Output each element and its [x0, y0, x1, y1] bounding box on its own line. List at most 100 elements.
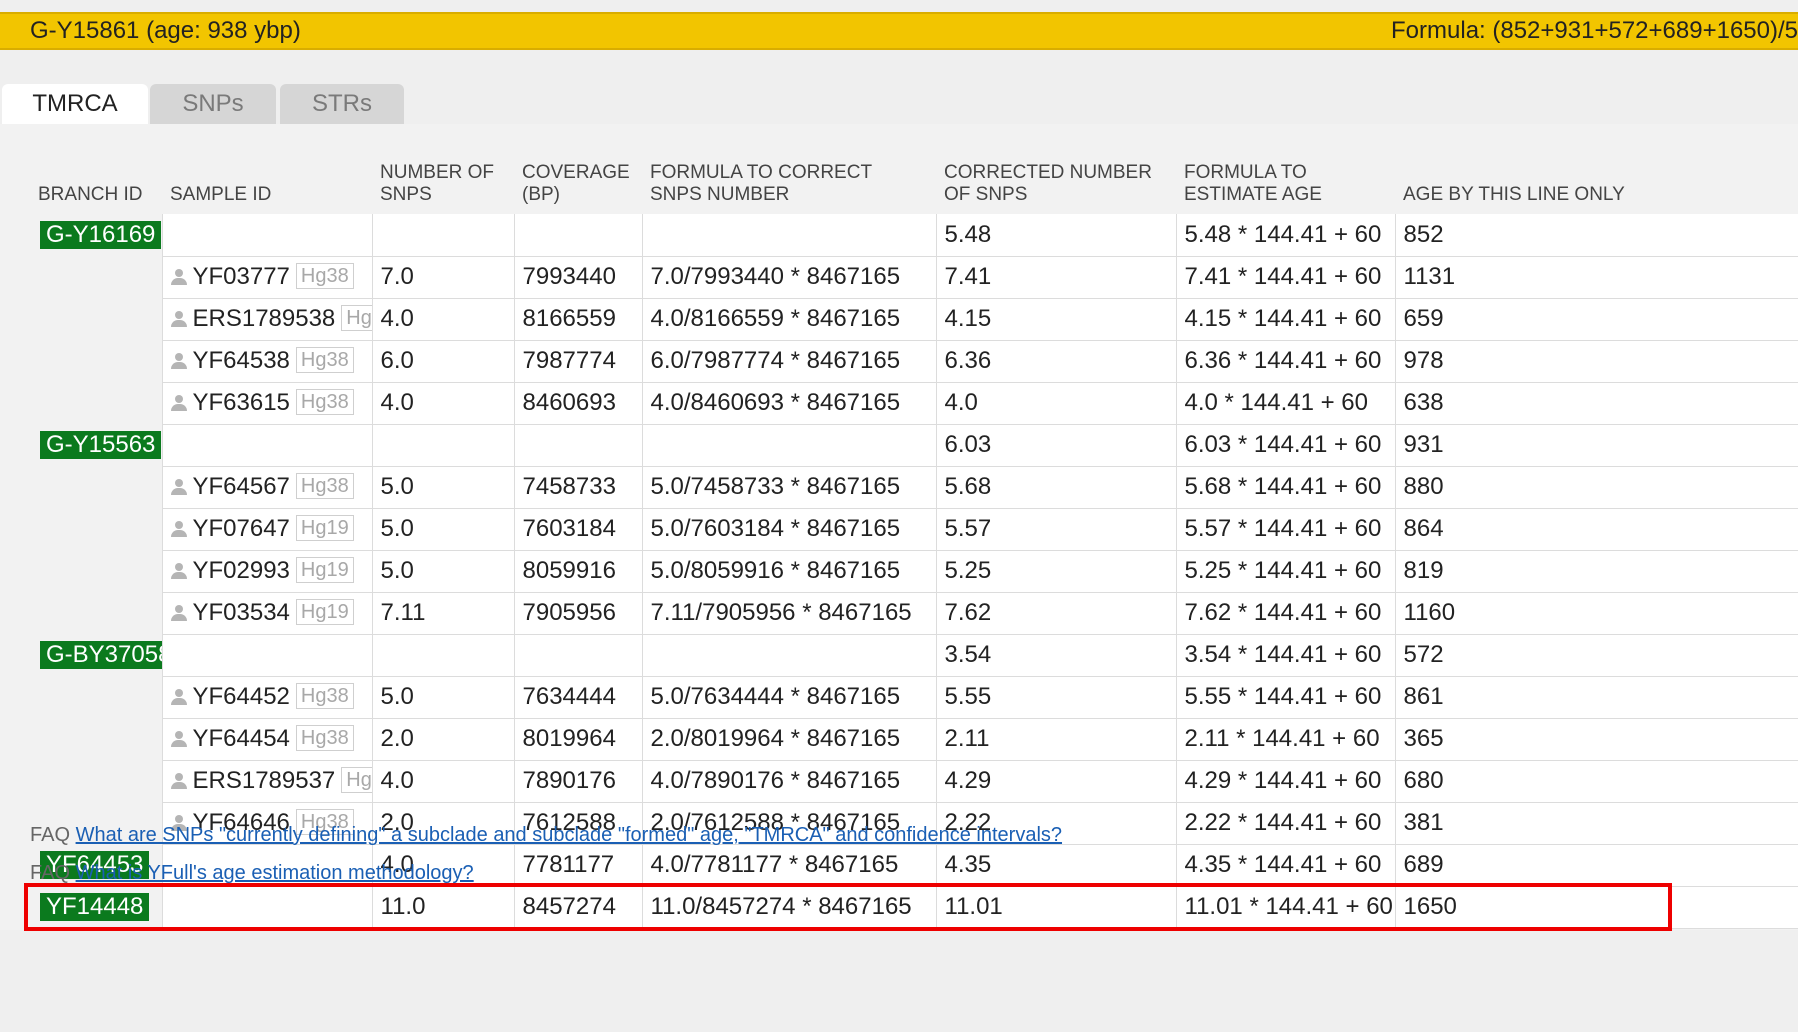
reference-badge: Hg38 [295, 725, 354, 751]
sample-id[interactable]: YF03534 [193, 599, 290, 626]
age-cell: 572 [1394, 634, 1798, 677]
age-cell: 680 [1394, 760, 1798, 803]
correction-formula-cell: 4.0/8166559 * 8467165 [641, 298, 936, 341]
person-icon [170, 353, 187, 369]
coverage-cell: 7987774 [513, 340, 642, 383]
reference-badge: Hg19 [295, 599, 354, 625]
tab-snps[interactable]: SNPs [150, 84, 276, 124]
sample-id[interactable]: YF64454 [193, 725, 290, 752]
branch-cell [30, 592, 162, 634]
age-formula-cell: 6.36 * 144.41 + 60 [1175, 340, 1395, 383]
branch-cell [30, 550, 162, 592]
corrected-snps-cell: 4.0 [935, 382, 1176, 425]
person-icon [170, 605, 187, 621]
person-icon [170, 521, 187, 537]
age-formula: Formula: (852+931+572+689+1650)/5 [1391, 17, 1798, 44]
age-formula-cell: 6.03 * 144.41 + 60 [1175, 424, 1395, 467]
age-cell: 852 [1394, 214, 1798, 257]
coverage-cell: 7890176 [513, 760, 642, 803]
sample-id[interactable]: YF64538 [193, 347, 290, 374]
tmrca-panel: BRANCH ID SAMPLE ID NUMBER OF SNPS COVER… [0, 124, 1798, 930]
sample-id[interactable]: YF02993 [193, 557, 290, 584]
sample-cell: YF64538 Hg38 [161, 340, 372, 383]
sample-id[interactable]: YF63615 [193, 389, 290, 416]
corrected-snps-cell: 5.25 [935, 550, 1176, 593]
sample-id[interactable]: YF07647 [193, 515, 290, 542]
corrected-snps-cell: 4.29 [935, 760, 1176, 803]
sample-cell: YF63615 Hg38 [161, 382, 372, 425]
corrected-snps-cell: 5.57 [935, 508, 1176, 551]
faq-link-age-methodology[interactable]: What is YFull's age estimation methodolo… [76, 862, 474, 884]
corrected-snps-cell: 11.01 [935, 886, 1176, 929]
correction-formula-cell: 11.0/8457274 * 8467165 [641, 886, 936, 929]
branch-cell [30, 298, 162, 340]
coverage-cell: 7781177 [513, 844, 642, 887]
branch-cell [30, 340, 162, 382]
correction-formula-cell: 5.0/7603184 * 8467165 [641, 508, 936, 551]
sample-id[interactable]: ERS1789538 [193, 305, 336, 332]
tab-tmrca[interactable]: TMRCA [2, 84, 148, 126]
age-formula-cell: 7.41 * 144.41 + 60 [1175, 256, 1395, 299]
branch-cell [30, 466, 162, 508]
table-row: YF14448 11.0 8457274 11.0/8457274 * 8467165… [30, 886, 1798, 929]
page-title: G-Y15861 (age: 938 ybp) [30, 17, 301, 44]
coverage-cell: 7634444 [513, 676, 642, 719]
faq-prefix: FAQ [30, 862, 71, 884]
branch-badge[interactable]: G-Y16169 [40, 221, 162, 249]
corrected-snps-cell: 3.54 [935, 634, 1176, 677]
branch-badge[interactable]: G-BY37058 [40, 641, 162, 669]
faq-link-snps-defining[interactable]: What are SNPs "currently defining" a sub… [76, 824, 1062, 846]
corrected-snps-cell: 5.48 [935, 214, 1176, 257]
branch-cell: G-Y16169 [30, 214, 162, 256]
faq-item: FAQ What are SNPs "currently defining" a… [30, 824, 1062, 847]
header-bar: G-Y15861 (age: 938 ybp) Formula: (852+93… [0, 12, 1798, 50]
person-icon [170, 479, 187, 495]
snps-count-cell: 2.0 [371, 718, 514, 761]
snps-count-cell: 11.0 [371, 886, 514, 929]
sample-cell: YF02993 Hg19 [161, 550, 372, 593]
age-cell: 861 [1394, 676, 1798, 719]
branch-badge[interactable]: YF14448 [40, 893, 150, 921]
sample-id[interactable]: YF64567 [193, 473, 290, 500]
correction-formula-cell: 5.0/7634444 * 8467165 [641, 676, 936, 719]
sample-cell [161, 634, 372, 677]
sample-cell: YF03534 Hg19 [161, 592, 372, 635]
col-header-coverage: COVERAGE (BP) [522, 162, 630, 205]
correction-formula-cell: 7.0/7993440 * 8467165 [641, 256, 936, 299]
faq-prefix: FAQ [30, 824, 71, 846]
col-header-sample-id: SAMPLE ID [170, 184, 272, 205]
snps-count-cell: 5.0 [371, 676, 514, 719]
age-formula-cell: 3.54 * 144.41 + 60 [1175, 634, 1395, 677]
person-icon [170, 311, 187, 327]
coverage-cell [513, 214, 642, 257]
branch-badge[interactable]: G-Y15563 [40, 431, 162, 459]
reference-badge: Hg38 [295, 389, 354, 415]
person-icon [170, 269, 187, 285]
col-header-age-line: AGE BY THIS LINE ONLY [1403, 184, 1625, 205]
correction-formula-cell: 5.0/7458733 * 8467165 [641, 466, 936, 509]
coverage-cell [513, 634, 642, 677]
coverage-cell: 8460693 [513, 382, 642, 425]
age-formula-cell: 2.11 * 144.41 + 60 [1175, 718, 1395, 761]
sample-id[interactable]: YF03777 [193, 263, 290, 290]
corrected-snps-cell: 6.36 [935, 340, 1176, 383]
sample-id[interactable]: YF64452 [193, 683, 290, 710]
snps-count-cell: 7.11 [371, 592, 514, 635]
table-row: YF07647 Hg19 5.0 7603184 5.0/7603184 * 84671… [30, 508, 1798, 551]
tab-strs[interactable]: STRs [280, 84, 404, 124]
col-header-formula-age: FORMULA TO ESTIMATE AGE [1184, 162, 1322, 205]
age-cell: 1131 [1394, 256, 1798, 299]
reference-badge: Hg38 [295, 263, 354, 289]
reference-badge: Hg19 [295, 515, 354, 541]
snps-count-cell: 6.0 [371, 340, 514, 383]
sample-id[interactable]: ERS1789537 [193, 767, 336, 794]
corrected-snps-cell: 7.62 [935, 592, 1176, 635]
table-row: YF03777 Hg38 7.0 7993440 7.0/7993440 * 84671… [30, 256, 1798, 299]
reference-badge: Hg38 [295, 347, 354, 373]
snps-count-cell [371, 634, 514, 677]
snps-count-cell [371, 214, 514, 257]
age-formula-cell: 2.22 * 144.41 + 60 [1175, 802, 1395, 845]
sample-cell [161, 424, 372, 467]
person-icon [170, 731, 187, 747]
reference-badge: Hg19 [295, 557, 354, 583]
